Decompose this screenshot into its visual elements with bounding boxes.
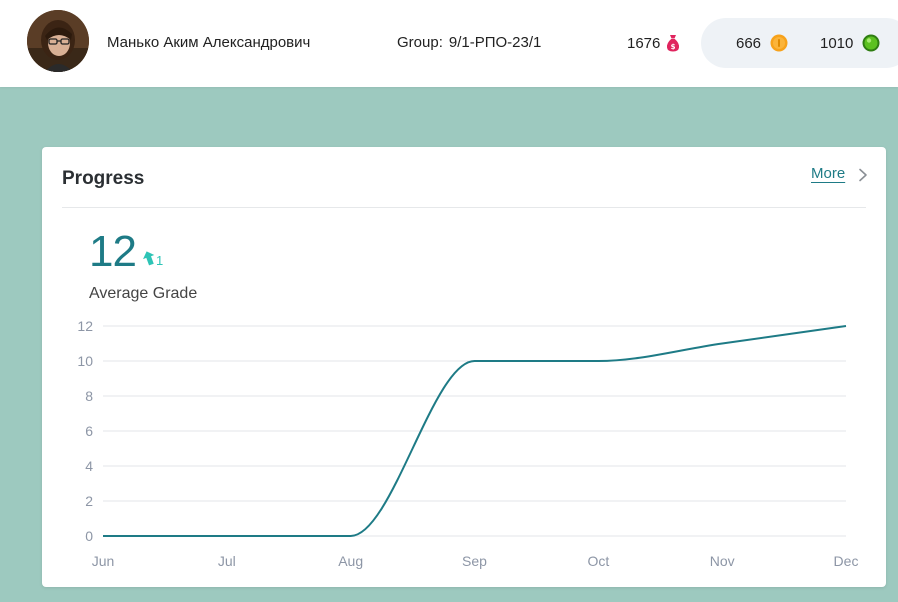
y-tick-label: 8 [85,388,93,404]
gems-value: 1010 [820,34,854,52]
money-bag-icon: $ [666,34,680,52]
coins-counter: 666 [736,34,788,52]
gems-counter: 1010 [820,34,880,52]
x-tick-label: Jun [92,553,115,569]
user-name: Манько Аким Александрович [107,34,311,51]
x-tick-label: Nov [710,553,735,569]
top-bar: Манько Аким Александрович Group: 9/1-РПО-… [0,0,898,87]
x-tick-label: Jul [218,553,236,569]
points-counter: 1676 $ [627,34,680,52]
x-tick-label: Sep [462,553,487,569]
gem-icon [862,34,880,52]
x-tick-label: Dec [834,553,859,569]
group-label: Group: [397,34,443,51]
y-tick-label: 0 [85,528,93,544]
x-tick-label: Aug [338,553,363,569]
progress-card: Progress More 12 1 Average Grade 0 2 4 6 8 10… [42,147,886,587]
avatar[interactable] [27,10,89,72]
points-value: 1676 [627,34,661,52]
y-tick-label: 6 [85,423,93,439]
x-tick-label: Oct [587,553,609,569]
y-tick-label: 4 [85,458,93,474]
group-value: 9/1-РПО-23/1 [448,34,542,51]
group-info: Group: 9/1-РПО-23/1 [397,34,541,51]
progress-chart: 0 2 4 6 8 10 12 Jun Jul Aug Sep Oct Nov Dec [77,318,859,569]
wallet-panel: 666 1010 [701,18,898,68]
y-tick-label: 10 [77,353,93,369]
coins-value: 666 [736,34,762,52]
y-tick-label: 2 [85,493,93,509]
svg-text:$: $ [671,43,676,51]
avatar-image [27,10,89,72]
coin-icon [770,34,788,52]
y-tick-label: 12 [77,318,93,334]
